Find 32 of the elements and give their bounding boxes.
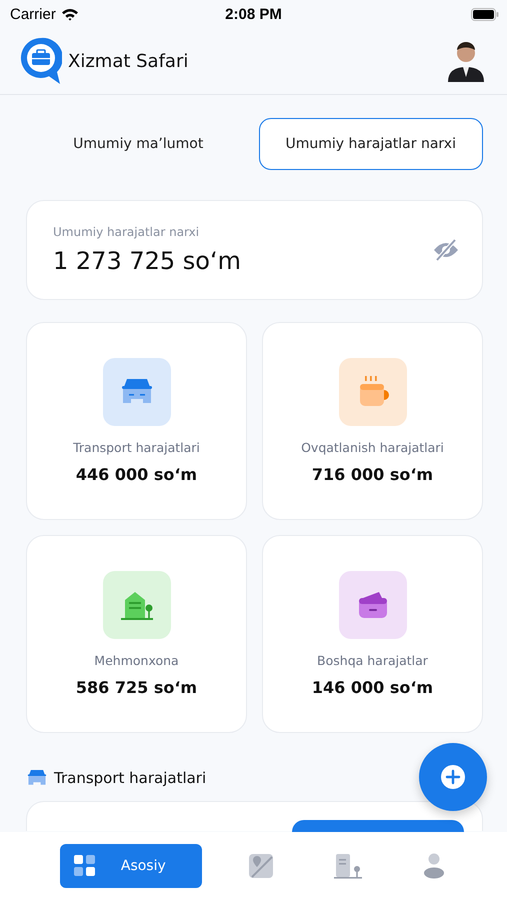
category-label: Transport harajatlari xyxy=(73,440,200,455)
category-label: Boshqa harajatlar xyxy=(317,653,428,668)
carrier-label: Carrier xyxy=(10,6,56,22)
tab[interactable]: Umumiy harajatlar narxi xyxy=(258,118,483,170)
category-amount: 146 000 so‘m xyxy=(312,678,434,697)
category-card[interactable]: Ovqatlanish harajatlari 716 000 so‘m xyxy=(262,322,483,520)
plus-icon xyxy=(440,764,466,790)
total-amount: 1 273 725 so‘m xyxy=(53,247,241,275)
category-amount: 446 000 so‘m xyxy=(76,465,198,484)
category-amount: 586 725 so‘m xyxy=(76,678,198,697)
grid-icon xyxy=(74,855,96,877)
section-title: Transport harajatlari xyxy=(54,769,206,787)
add-button[interactable] xyxy=(419,743,487,811)
building-icon xyxy=(333,853,364,879)
category-label: Ovqatlanish harajatlari xyxy=(301,440,444,455)
briefcase-chat-logo-icon xyxy=(20,37,62,85)
tab[interactable]: Umumiy maʼlumot xyxy=(26,118,250,170)
total-label: Umumiy harajatlar narxi xyxy=(53,225,200,239)
map-pin-icon xyxy=(248,853,274,879)
person-icon xyxy=(423,853,446,879)
eye-slash-icon[interactable] xyxy=(432,238,460,262)
category-amount: 716 000 so‘m xyxy=(312,465,434,484)
category-card[interactable]: Mehmonxona 586 725 so‘m xyxy=(26,535,247,733)
category-label: Mehmonxona xyxy=(94,653,179,668)
status-time: 2:08 PM xyxy=(225,6,282,22)
category-card[interactable]: Transport harajatlari 446 000 so‘m xyxy=(26,322,247,520)
wifi-icon xyxy=(60,8,79,20)
action-button[interactable] xyxy=(292,820,464,832)
app-title: Xizmat Safari xyxy=(68,50,188,72)
category-card[interactable]: Boshqa harajatlar 146 000 so‘m xyxy=(262,535,483,733)
battery-icon xyxy=(471,8,499,20)
home-tab[interactable]: Asosiy xyxy=(60,844,202,888)
